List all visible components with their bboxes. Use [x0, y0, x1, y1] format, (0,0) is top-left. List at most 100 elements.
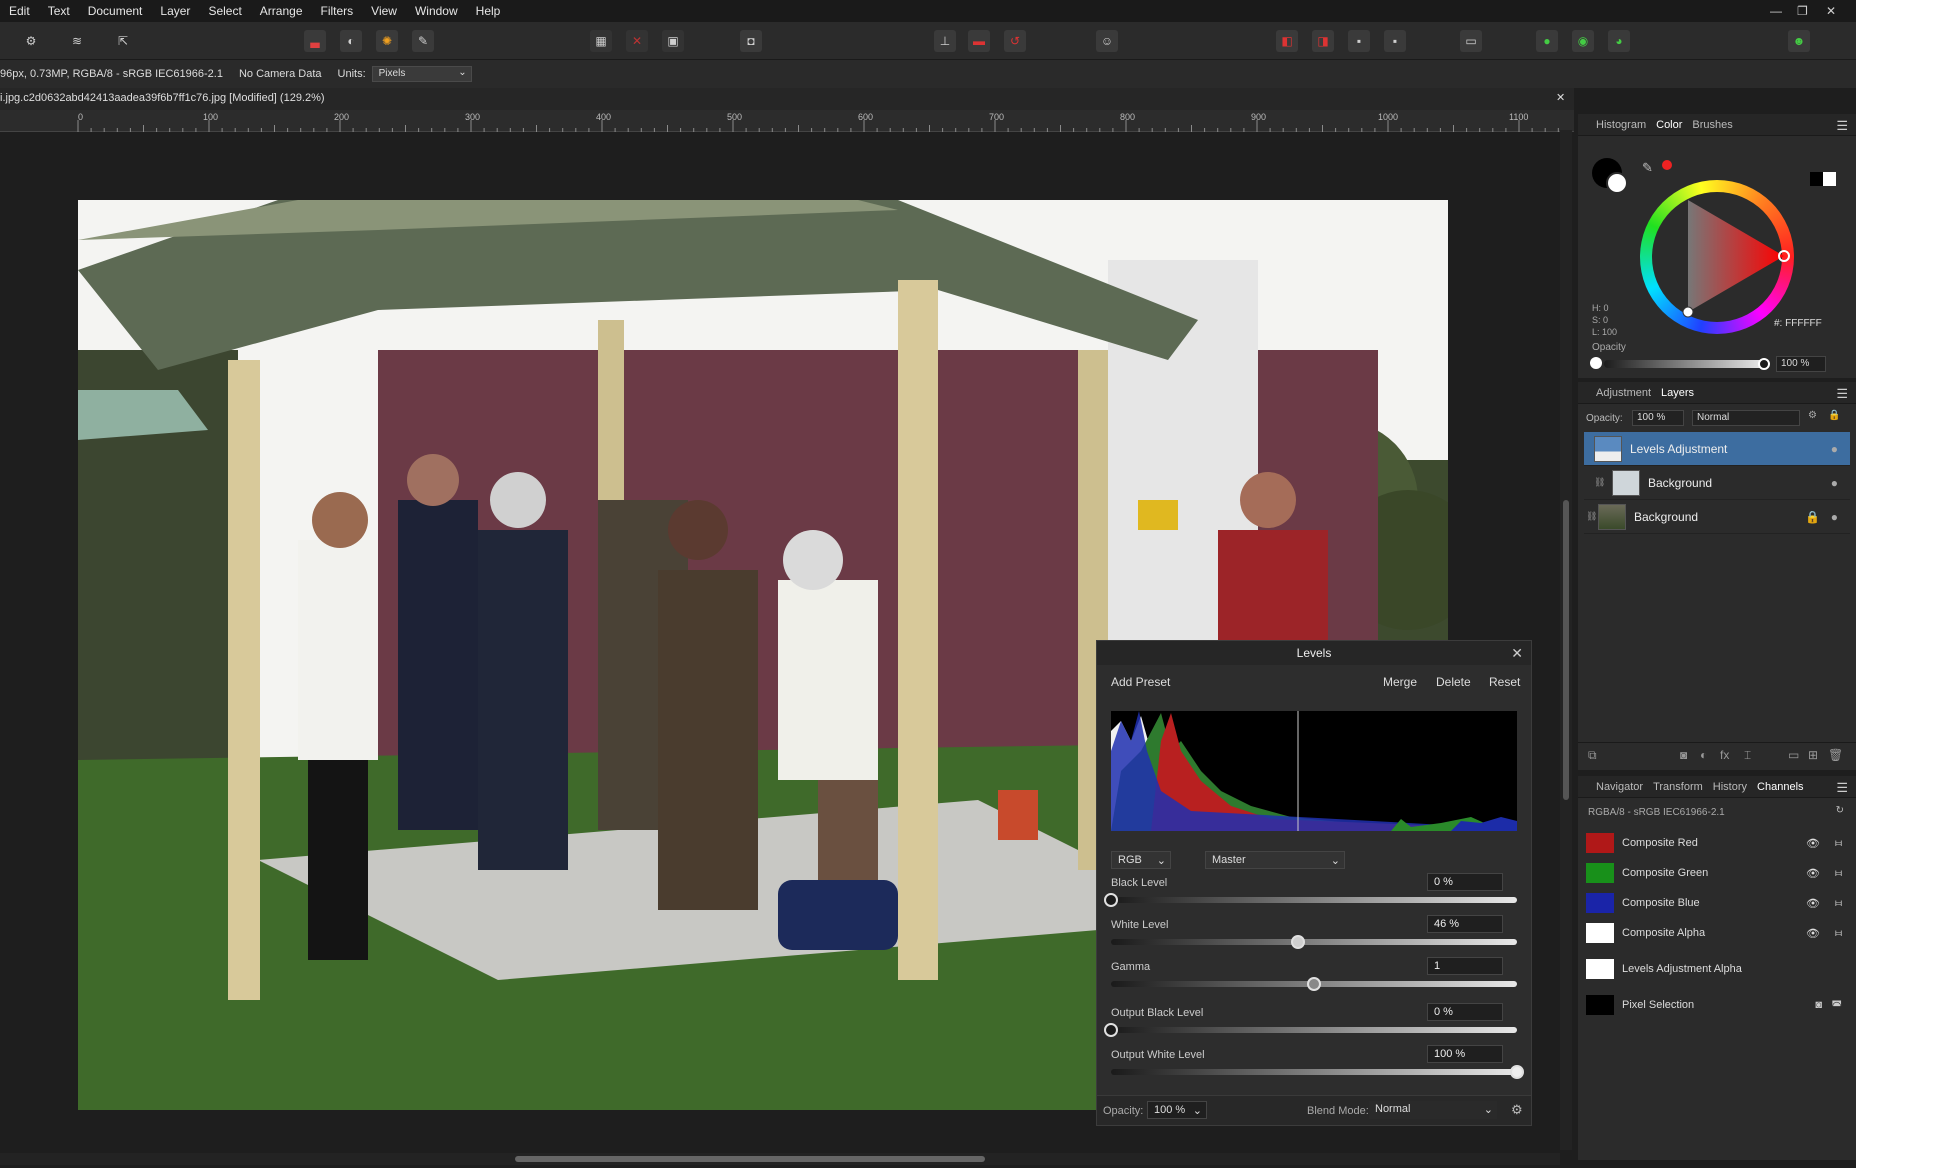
- merge-button[interactable]: Merge: [1383, 675, 1417, 689]
- tab-history[interactable]: History: [1713, 781, 1747, 793]
- visibility-dot-icon[interactable]: ●: [1831, 442, 1838, 456]
- close-window-button[interactable]: ✕: [1826, 4, 1836, 18]
- gear-icon[interactable]: ⚙: [1808, 410, 1817, 421]
- units-select[interactable]: Pixels ⌄: [371, 66, 472, 82]
- levels-histogram[interactable]: [1111, 711, 1517, 831]
- selection-mask-icon[interactable]: ◙: [1815, 999, 1822, 1011]
- tab-transform[interactable]: Transform: [1653, 781, 1703, 793]
- close-document-icon[interactable]: ✕: [1556, 91, 1565, 104]
- persona-export-icon[interactable]: ⇱: [112, 30, 134, 52]
- maximize-button[interactable]: ❐: [1797, 4, 1808, 18]
- layer-opacity-select[interactable]: 100 %: [1632, 410, 1684, 426]
- slider-knob[interactable]: [1104, 1023, 1118, 1037]
- channel-options-icon[interactable]: ⧦: [1835, 927, 1842, 940]
- menu-select[interactable]: Select: [199, 4, 250, 18]
- blend-mode-select[interactable]: Normal ⌄: [1369, 1101, 1497, 1119]
- histogram-icon[interactable]: ▃: [304, 30, 326, 52]
- channel-mode-select[interactable]: RGB ⌄: [1111, 851, 1171, 869]
- layer-row-background[interactable]: ⛓ Background 🔒 ●: [1584, 500, 1850, 534]
- opacity-select[interactable]: 100 % ⌄: [1147, 1101, 1207, 1119]
- snapping-grid-icon[interactable]: ◕: [1608, 30, 1630, 52]
- selection-options-icon[interactable]: ◚: [1831, 999, 1842, 1012]
- opacity-input[interactable]: 100 %: [1776, 356, 1826, 372]
- menu-text[interactable]: Text: [39, 4, 79, 18]
- layer-copy-icon[interactable]: ⧉: [1588, 748, 1597, 763]
- channel-row[interactable]: Composite Red 👁 ⧦: [1578, 828, 1856, 858]
- slider-knob[interactable]: [1510, 1065, 1524, 1079]
- menu-document[interactable]: Document: [79, 4, 152, 18]
- slider-knob[interactable]: [1290, 935, 1305, 949]
- output-white-input[interactable]: 100 %: [1427, 1045, 1503, 1063]
- reset-button[interactable]: Reset: [1489, 675, 1520, 689]
- add-preset-button[interactable]: Add Preset: [1111, 675, 1170, 689]
- panel-menu-icon[interactable]: ☰: [1836, 118, 1848, 134]
- tab-navigator[interactable]: Navigator: [1596, 781, 1643, 793]
- output-white-slider[interactable]: [1111, 1065, 1524, 1079]
- slider-knob[interactable]: [1307, 977, 1321, 991]
- channel-row[interactable]: Composite Blue 👁 ⧦: [1578, 888, 1856, 918]
- eye-icon[interactable]: 👁: [1806, 867, 1820, 880]
- align-icon[interactable]: ⊥: [934, 30, 956, 52]
- channel-row[interactable]: Composite Alpha 👁 ⧦: [1578, 918, 1856, 948]
- brush-icon[interactable]: ✎: [412, 30, 434, 52]
- menu-window[interactable]: Window: [406, 4, 467, 18]
- new-layer-icon[interactable]: ⊞: [1808, 748, 1818, 762]
- tab-histogram[interactable]: Histogram: [1596, 119, 1646, 131]
- channel-row[interactable]: Composite Green 👁 ⧦: [1578, 858, 1856, 888]
- eye-icon[interactable]: 👁: [1806, 897, 1820, 910]
- lock-icon[interactable]: 🔒: [1805, 510, 1820, 524]
- eye-icon[interactable]: 👁: [1806, 927, 1820, 940]
- menu-arrange[interactable]: Arrange: [251, 4, 312, 18]
- channel-options-icon[interactable]: ⧦: [1835, 837, 1842, 850]
- menu-layer[interactable]: Layer: [151, 4, 199, 18]
- layer-row-background-child[interactable]: ⛓ Background ●: [1584, 466, 1850, 500]
- snapping-options-icon[interactable]: ◉: [1572, 30, 1594, 52]
- lock-icon[interactable]: 🔒: [1828, 410, 1840, 421]
- color-wheel-icon[interactable]: ✺: [376, 30, 398, 52]
- halftone-icon[interactable]: ◐: [340, 30, 362, 52]
- color-picker-icon[interactable]: ✎: [1642, 160, 1653, 176]
- eye-icon[interactable]: 👁: [1806, 837, 1820, 850]
- tab-layers[interactable]: Layers: [1661, 387, 1694, 399]
- gamma-input[interactable]: 1: [1427, 957, 1503, 975]
- panel-menu-icon[interactable]: ☰: [1836, 780, 1848, 796]
- snapping-icon[interactable]: ●: [1536, 30, 1558, 52]
- assistant-icon[interactable]: ☺: [1096, 30, 1118, 52]
- menu-help[interactable]: Help: [467, 4, 510, 18]
- delete-button[interactable]: Delete: [1436, 675, 1471, 689]
- visibility-dot-icon[interactable]: ●: [1831, 476, 1838, 490]
- gamma-slider[interactable]: [1111, 977, 1517, 991]
- arrange-back-icon[interactable]: ◨: [1312, 30, 1334, 52]
- color-wheel[interactable]: [1640, 180, 1794, 334]
- trash-icon[interactable]: 🗑: [1828, 748, 1843, 762]
- minimize-button[interactable]: —: [1770, 4, 1782, 18]
- mono-swatch-icon[interactable]: [1810, 172, 1836, 186]
- adjustment-icon[interactable]: ◐: [1700, 748, 1707, 762]
- persona-photo-icon[interactable]: ⚙: [20, 30, 42, 52]
- rotate-icon[interactable]: ↺: [1004, 30, 1026, 52]
- visibility-dot-icon[interactable]: ●: [1831, 510, 1838, 524]
- channel-options-icon[interactable]: ⧦: [1835, 897, 1842, 910]
- channel-row[interactable]: Pixel Selection ◙ ◚: [1578, 990, 1856, 1020]
- vertical-scroll-thumb[interactable]: [1563, 500, 1569, 800]
- layer-blend-select[interactable]: Normal: [1692, 410, 1800, 426]
- deselect-icon[interactable]: ✕: [626, 30, 648, 52]
- account-icon[interactable]: ☻: [1788, 30, 1810, 52]
- menu-view[interactable]: View: [362, 4, 406, 18]
- slider-knob[interactable]: [1104, 893, 1118, 907]
- menu-edit[interactable]: Edit: [0, 4, 39, 18]
- opacity-knob[interactable]: [1758, 358, 1770, 370]
- horizontal-scroll-thumb[interactable]: [515, 1156, 985, 1162]
- vertical-scrollbar[interactable]: [1560, 130, 1572, 1150]
- white-level-slider[interactable]: [1111, 935, 1517, 949]
- tab-brushes[interactable]: Brushes: [1692, 119, 1732, 131]
- folder-icon[interactable]: ▭: [1788, 748, 1799, 762]
- flip-icon[interactable]: ▬: [968, 30, 990, 52]
- levels-title-bar[interactable]: Levels ✕: [1097, 641, 1531, 665]
- fx-icon[interactable]: fx: [1720, 748, 1729, 762]
- secondary-color-swatch[interactable]: [1606, 172, 1628, 194]
- color-triangle[interactable]: [1640, 180, 1794, 334]
- tab-channels[interactable]: Channels: [1757, 781, 1803, 793]
- invert-selection-icon[interactable]: ▣: [662, 30, 684, 52]
- channel-row[interactable]: Levels Adjustment Alpha: [1578, 954, 1856, 984]
